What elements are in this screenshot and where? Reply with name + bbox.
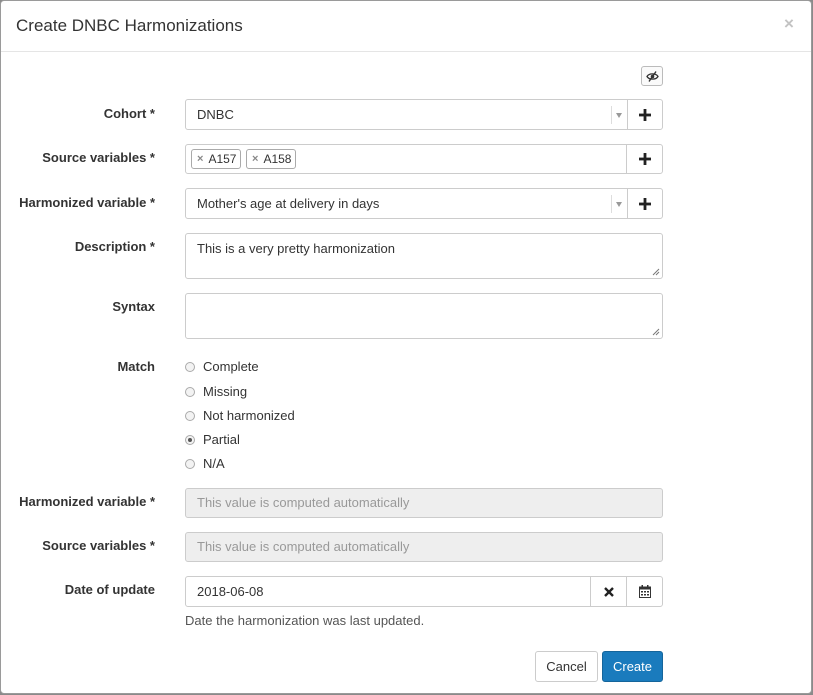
- open-calendar-button[interactable]: [626, 576, 663, 607]
- modal-title: Create DNBC Harmonizations: [16, 16, 243, 35]
- tag-label: A158: [263, 152, 292, 166]
- date-of-update-label: Date of update: [64, 582, 155, 597]
- caret-down-icon: [616, 202, 622, 207]
- description-textarea[interactable]: This is a very pretty harmonization: [185, 233, 663, 279]
- toggle-visibility-button[interactable]: [641, 66, 663, 86]
- radio-label: Missing: [203, 384, 248, 399]
- harmonized-variable-select[interactable]: Mother's age at delivery in days: [185, 188, 628, 219]
- syntax-textarea[interactable]: [185, 293, 663, 339]
- date-help-text: Date the harmonization was last updated.: [185, 613, 425, 628]
- radio-label: Not harmonized: [203, 408, 295, 423]
- computed-placeholder: This value is computed automatically: [197, 539, 410, 554]
- source-variable-tag: × A158: [246, 149, 297, 169]
- cohort-value: DNBC: [197, 107, 234, 122]
- tag-label: A157: [208, 152, 237, 166]
- match-option-not-harmonized[interactable]: Not harmonized: [185, 407, 295, 425]
- create-button[interactable]: Create: [602, 651, 663, 682]
- add-harmonized-variable-button[interactable]: [627, 188, 663, 219]
- remove-tag-icon[interactable]: ×: [197, 150, 203, 168]
- cancel-button[interactable]: Cancel: [535, 651, 598, 682]
- radio-button[interactable]: [185, 387, 195, 397]
- harmonized-variable-computed-field: This value is computed automatically: [185, 488, 663, 518]
- select-divider: [611, 106, 612, 124]
- harmonized-variable-computed-label: Harmonized variable *: [19, 494, 155, 509]
- computed-placeholder: This value is computed automatically: [197, 495, 410, 510]
- close-button[interactable]: ×: [781, 13, 797, 35]
- radio-label: Partial: [203, 432, 240, 447]
- match-option-partial[interactable]: Partial: [185, 431, 240, 449]
- create-harmonization-modal: Create DNBC Harmonizations × Cohort * DN…: [0, 0, 812, 694]
- source-variable-tag: × A157: [191, 149, 242, 169]
- radio-button[interactable]: [185, 459, 195, 469]
- remove-tag-icon[interactable]: ×: [252, 150, 258, 168]
- add-cohort-button[interactable]: [627, 99, 663, 130]
- plus-icon: [639, 197, 651, 210]
- radio-label: Complete: [203, 359, 259, 374]
- resize-handle-icon[interactable]: [652, 328, 660, 336]
- cohort-label: Cohort *: [103, 106, 155, 121]
- radio-button[interactable]: [185, 411, 195, 421]
- modal-header: Create DNBC Harmonizations ×: [1, 1, 811, 52]
- match-label: Match: [117, 359, 155, 374]
- harmonized-variable-label: Harmonized variable *: [19, 195, 155, 210]
- plus-icon: [639, 108, 651, 121]
- description-value: This is a very pretty harmonization: [197, 241, 395, 256]
- select-divider: [611, 195, 612, 213]
- date-input[interactable]: 2018-06-08: [185, 576, 591, 607]
- source-variables-multiselect[interactable]: × A157 × A158: [185, 144, 627, 174]
- cohort-select[interactable]: DNBC: [185, 99, 628, 130]
- source-variables-computed-field: This value is computed automatically: [185, 532, 663, 562]
- resize-handle-icon[interactable]: [652, 268, 660, 276]
- description-label: Description *: [74, 239, 155, 254]
- harmonized-variable-value: Mother's age at delivery in days: [197, 196, 380, 211]
- source-variables-computed-label: Source variables *: [42, 538, 155, 553]
- syntax-label: Syntax: [112, 299, 155, 314]
- clear-date-button[interactable]: [590, 576, 627, 607]
- caret-down-icon: [616, 113, 622, 118]
- add-source-variable-button[interactable]: [626, 144, 663, 174]
- calendar-icon: [638, 585, 651, 598]
- radio-button-selected[interactable]: [185, 435, 195, 445]
- radio-label: N/A: [203, 456, 225, 471]
- match-option-complete[interactable]: Complete: [185, 358, 259, 376]
- times-icon: [603, 586, 614, 597]
- match-option-na[interactable]: N/A: [185, 455, 225, 473]
- match-option-missing[interactable]: Missing: [185, 383, 247, 401]
- eye-slash-icon: [645, 70, 659, 82]
- radio-button[interactable]: [185, 362, 195, 372]
- plus-icon: [638, 153, 651, 165]
- date-value: 2018-06-08: [197, 584, 264, 599]
- source-variables-label: Source variables *: [42, 150, 155, 165]
